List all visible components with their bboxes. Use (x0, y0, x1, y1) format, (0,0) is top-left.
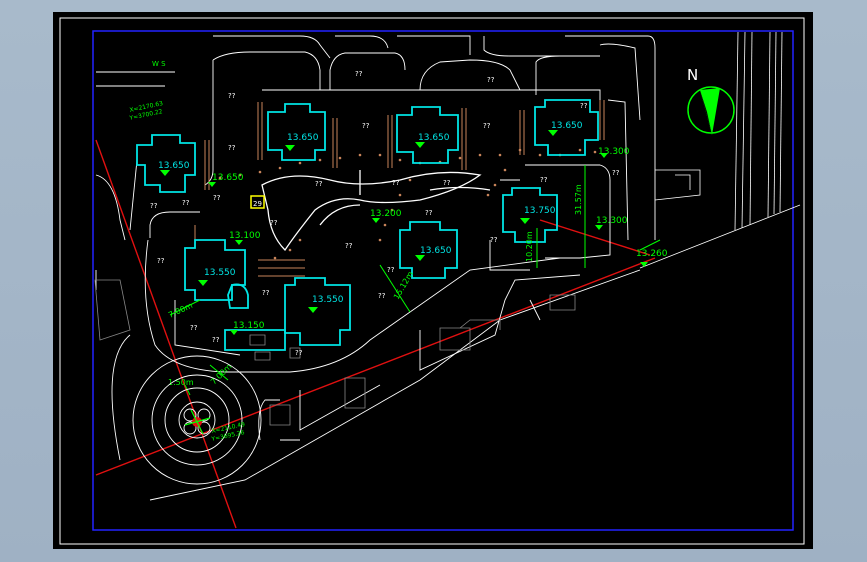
marker-box: 29 (250, 195, 265, 209)
unknown-label: ?? (580, 102, 588, 110)
unknown-label: ?? (182, 199, 190, 207)
top-left-text: W S (152, 60, 166, 68)
elev-label: 13.650 (420, 246, 452, 256)
elev-label: 13.750 (524, 206, 556, 216)
unknown-label: ?? (212, 336, 220, 344)
unknown-label: ?? (315, 180, 323, 188)
unknown-label: ?? (270, 219, 278, 227)
elev-label: 13.650 (551, 121, 583, 131)
elev-label: 13.300 (596, 216, 628, 226)
unknown-label: ?? (345, 242, 353, 250)
unknown-label: ?? (392, 179, 400, 187)
unknown-label: ?? (443, 179, 451, 187)
buildings (136, 99, 599, 351)
unknown-label: ?? (612, 169, 620, 177)
north-label: N (687, 66, 698, 84)
right-road-lines (639, 31, 801, 269)
elev-label: 13.200 (370, 209, 402, 219)
elev-label: 13.300 (598, 147, 630, 157)
dimension-label: 15.12m (392, 270, 415, 301)
unknown-label: ?? (387, 266, 395, 274)
unknown-label: ?? (490, 236, 498, 244)
marker-label: 29 (253, 200, 262, 208)
elev-label: 13.100 (229, 231, 261, 241)
unknown-label: ?? (362, 122, 370, 130)
axis-lines (95, 139, 656, 529)
unknown-label: ?? (483, 122, 491, 130)
dimension-lines (169, 165, 661, 396)
unknown-label: ?? (295, 349, 303, 357)
north-arrow: N (687, 66, 735, 135)
elev-label: 13.550 (312, 295, 344, 305)
road-outlines (95, 35, 656, 501)
unknown-label: ?? (378, 292, 386, 300)
elev-label: 13.150 (233, 321, 265, 331)
dimension-label: 31.57m (574, 184, 583, 215)
window-background: N 13.650 13.650 13.650 13.650 13.650 13.… (0, 0, 867, 562)
unknown-label: ?? (355, 70, 363, 78)
elev-label: 13.260 (636, 249, 668, 259)
elev-label: 13.650 (212, 173, 244, 183)
elev-label: 13.650 (418, 133, 450, 143)
unknown-label: ?? (190, 324, 198, 332)
elev-label: 13.650 (158, 161, 190, 171)
unknown-label: ?? (150, 202, 158, 210)
unknown-label: ?? (213, 194, 221, 202)
elev-label: 13.650 (287, 133, 319, 143)
unknown-label: ?? (487, 76, 495, 84)
unknown-label: ?? (262, 289, 270, 297)
unknown-label: ?? (228, 144, 236, 152)
dimension-label: 7.00m (167, 301, 194, 320)
elev-label: 13.550 (204, 268, 236, 278)
unknown-label: ?? (228, 92, 236, 100)
unknown-label: ?? (157, 257, 165, 265)
drawing-sheet: N 13.650 13.650 13.650 13.650 13.650 13.… (53, 12, 813, 549)
unknown-label: ?? (425, 209, 433, 217)
unknown-label: ?? (540, 176, 548, 184)
dimension-label: 10.20m (525, 231, 534, 262)
cad-site-plan: N 13.650 13.650 13.650 13.650 13.650 13.… (59, 17, 805, 545)
